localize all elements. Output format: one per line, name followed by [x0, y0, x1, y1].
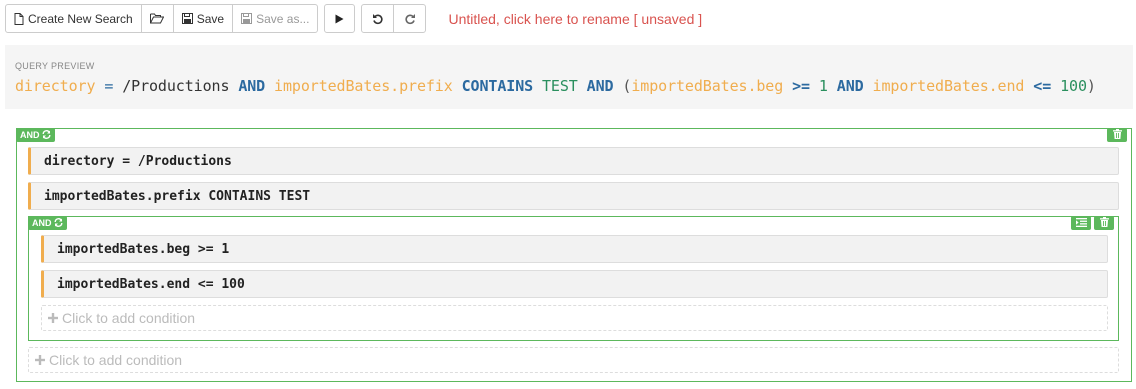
token-operator: =: [104, 77, 114, 95]
condition-rule[interactable]: importedBates.end <= 100: [41, 270, 1108, 298]
save-as-label: Save as...: [256, 11, 310, 26]
folder-open-icon: [150, 13, 165, 24]
token-value: 1: [818, 77, 828, 95]
save-button[interactable]: Save: [172, 4, 234, 33]
token-value: 100: [1060, 77, 1087, 95]
query-preview: QUERY PREVIEW directory = /Productions A…: [5, 45, 1133, 109]
undo-icon: [372, 13, 384, 25]
condition-rule-text: importedBates.end <= 100: [57, 276, 245, 292]
token-field: importedBates.prefix: [274, 77, 453, 95]
history-button-group: [361, 4, 427, 33]
token-keyword: AND: [836, 77, 864, 95]
save-as-icon: [241, 13, 253, 24]
nested-group-operator: AND: [32, 218, 52, 228]
token-paren: ): [1086, 77, 1096, 95]
create-new-search-button[interactable]: Create New Search: [5, 4, 142, 33]
file-icon: [14, 12, 24, 25]
condition-rule-text: directory = /Productions: [44, 153, 232, 169]
token-field: directory: [15, 77, 96, 95]
add-condition-label: Click to add condition: [62, 310, 196, 326]
token-keyword: CONTAINS: [461, 77, 534, 95]
condition-rule[interactable]: directory = /Productions: [28, 147, 1119, 175]
save-as-button[interactable]: Save as...: [232, 4, 319, 33]
condition-rule[interactable]: importedBates.prefix CONTAINS TEST: [28, 182, 1119, 210]
rename-search-link[interactable]: Untitled, click here to rename [ unsaved…: [448, 11, 702, 27]
nested-group-indent-button[interactable]: [1071, 216, 1091, 230]
condition-rule-text: importedBates.beg >= 1: [57, 241, 230, 257]
condition-rule-text: importedBates.prefix CONTAINS TEST: [44, 188, 311, 204]
add-condition-label: Click to add condition: [49, 352, 183, 368]
root-group-operator: AND: [20, 130, 40, 140]
root-group-operator-toggle[interactable]: AND: [16, 128, 55, 142]
root-add-condition-button[interactable]: Click to add condition: [28, 347, 1119, 373]
undo-button[interactable]: [361, 4, 395, 33]
condition-rule[interactable]: importedBates.beg >= 1: [41, 235, 1108, 263]
nested-group-actions: [1071, 216, 1114, 230]
token-keyword: AND: [238, 77, 266, 95]
redo-icon: [404, 13, 416, 25]
indent-icon: [1075, 214, 1087, 232]
token-keyword: AND: [586, 77, 614, 95]
trash-icon: [1112, 126, 1122, 144]
nested-group-operator-toggle[interactable]: AND: [28, 216, 67, 230]
refresh-icon: [54, 217, 63, 229]
toolbar: Create New Search Save Save as... Untitl…: [5, 4, 702, 33]
refresh-icon: [42, 129, 51, 141]
token-paren: (: [622, 77, 632, 95]
query-preview-code: directory = /Productions AND importedBat…: [15, 77, 1096, 95]
create-new-search-label: Create New Search: [28, 11, 133, 26]
save-icon: [181, 13, 193, 24]
token-value: /Productions: [122, 77, 230, 95]
token-operator: <=: [1033, 77, 1052, 95]
token-field: importedBates.end: [872, 77, 1025, 95]
query-preview-label: QUERY PREVIEW: [15, 61, 95, 71]
trash-icon: [1099, 214, 1109, 232]
plus-icon: [48, 310, 58, 326]
run-button-group: [324, 4, 356, 33]
file-button-group: Create New Search Save Save as...: [5, 4, 319, 33]
nested-add-condition-button[interactable]: Click to add condition: [41, 305, 1108, 331]
root-group-actions: [1107, 128, 1127, 142]
play-icon: [335, 14, 344, 24]
nested-group-delete-button[interactable]: [1094, 216, 1114, 230]
token-operator: >=: [792, 77, 810, 95]
run-button[interactable]: [324, 4, 356, 33]
redo-button[interactable]: [393, 4, 427, 33]
plus-icon: [35, 352, 45, 368]
token-field: importedBates.beg: [631, 77, 784, 95]
token-value: TEST: [542, 77, 578, 95]
root-group-delete-button[interactable]: [1107, 128, 1127, 142]
save-label: Save: [196, 11, 225, 26]
open-button[interactable]: [140, 4, 174, 33]
